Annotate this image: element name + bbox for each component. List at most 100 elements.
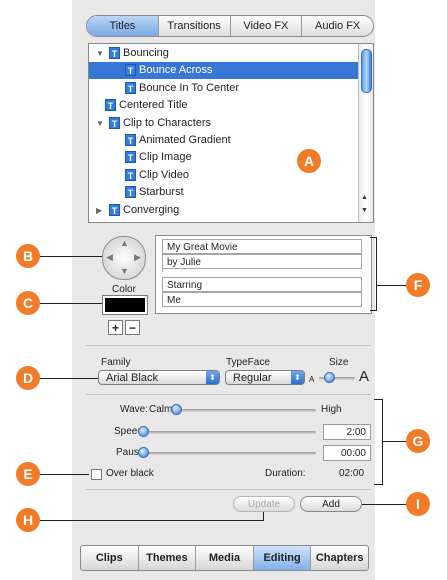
pause-slider-track[interactable]	[138, 452, 316, 455]
typeface-label: TypeFace	[226, 357, 270, 368]
pause-slider-knob[interactable]	[138, 447, 149, 458]
title-text-area: My Great Movie by Julie Starring Me	[155, 235, 372, 314]
title-style-icon: T	[105, 99, 116, 112]
list-item[interactable]: T Starburst	[89, 184, 359, 201]
section-divider	[86, 345, 371, 346]
list-item-label: Clip Video	[139, 168, 189, 181]
duration-value: 02:00	[339, 468, 365, 479]
bracket-g-vertical	[382, 399, 383, 485]
list-item[interactable]: ▼ T Clip to Characters	[89, 115, 359, 132]
disclosure-open-icon[interactable]: ▼	[96, 115, 104, 132]
tab-transitions[interactable]: Transitions	[157, 16, 230, 36]
callout-g: G	[406, 429, 430, 453]
callout-e: E	[16, 462, 40, 486]
title-text-field-2[interactable]: by Julie	[162, 254, 362, 269]
speed-slider-track[interactable]	[138, 431, 316, 434]
callout-c-line	[40, 303, 102, 304]
callout-a: A	[297, 149, 321, 173]
wave-label: Wave:	[120, 404, 148, 415]
wave-slider-track[interactable]	[171, 409, 316, 412]
titles-list-scrollbar[interactable]: ▲ ▼	[358, 44, 373, 222]
typeface-popup[interactable]: Regular ⬍	[225, 370, 305, 385]
titles-list[interactable]: ▼ T Bouncing T Bounce Across T Bounce In To Ce…	[88, 43, 374, 223]
family-label: Family	[101, 357, 131, 368]
title-style-icon: T	[125, 186, 136, 199]
list-item-label: Bounce Across	[139, 64, 213, 77]
scrollbar-thumb[interactable]	[361, 49, 372, 93]
title-style-icon: T	[125, 64, 136, 77]
title-text-field-4[interactable]: Me	[162, 292, 362, 307]
tab-media[interactable]: Media	[195, 546, 253, 570]
callout-h: H	[16, 508, 40, 532]
scroll-up-arrow-icon[interactable]: ▲	[361, 194, 368, 201]
tab-editing[interactable]: Editing	[252, 546, 311, 570]
effects-tab-bar: Titles Transitions Video FX Audio FX	[86, 15, 374, 37]
callout-e-line	[40, 474, 89, 475]
tab-titles[interactable]: Titles	[87, 16, 158, 36]
title-style-icon: T	[109, 203, 120, 216]
title-style-icon: T	[125, 151, 136, 164]
pause-value-field[interactable]: 00:00	[323, 445, 371, 461]
arrow-right-icon[interactable]: ▶	[134, 252, 141, 263]
typeface-value: Regular	[233, 372, 272, 384]
scroll-down-arrow-icon[interactable]: ▼	[361, 207, 368, 214]
arrow-left-icon[interactable]: ◀	[106, 252, 113, 263]
bracket-f-vertical	[376, 237, 377, 311]
title-style-icon: T	[125, 168, 136, 181]
duration-label: Duration:	[265, 468, 306, 479]
list-item-label: Clip to Characters	[123, 116, 212, 129]
wave-max-label: High	[321, 404, 342, 415]
section-divider	[86, 489, 371, 490]
wave-slider-knob[interactable]	[171, 404, 182, 415]
list-item-label: Converging	[123, 203, 180, 216]
tab-clips[interactable]: Clips	[81, 546, 138, 570]
callout-c: C	[16, 291, 40, 315]
bracket-g-bottom	[374, 484, 383, 485]
list-item[interactable]: T Bounce Across	[89, 62, 359, 80]
direction-control[interactable]: ▲ ▼ ◀ ▶	[102, 236, 146, 280]
callout-f: F	[406, 273, 430, 297]
title-text-field-3[interactable]: Starring	[162, 277, 362, 292]
update-button[interactable]: Update	[233, 496, 295, 512]
arrow-down-icon[interactable]: ▼	[120, 266, 129, 276]
add-text-button[interactable]: +	[108, 320, 123, 335]
list-item[interactable]: T Animated Gradient	[89, 132, 359, 149]
title-style-icon: T	[125, 81, 136, 94]
callout-h-line-vertical	[263, 512, 264, 520]
font-family-popup[interactable]: Arial Black ⬍	[98, 370, 220, 385]
disclosure-closed-icon[interactable]: ▶	[96, 202, 102, 219]
callout-b: B	[16, 244, 40, 268]
popup-arrows-icon: ⬍	[206, 371, 219, 384]
tab-video-fx[interactable]: Video FX	[229, 16, 302, 36]
list-item[interactable]: T Centered Title	[89, 97, 359, 114]
arrow-up-icon[interactable]: ▲	[120, 238, 129, 248]
list-item[interactable]: T Clip Video	[89, 167, 359, 184]
title-style-icon: T	[109, 47, 120, 59]
list-item[interactable]: T Bounce In To Center	[89, 80, 359, 97]
color-swatch[interactable]	[102, 295, 148, 315]
callout-i: I	[406, 492, 430, 516]
callout-g-line	[382, 441, 406, 442]
size-large-glyph: A	[359, 368, 370, 385]
list-item-label: Animated Gradient	[139, 134, 231, 146]
add-button[interactable]: Add	[300, 496, 362, 512]
list-item[interactable]: ▼ T Bouncing	[89, 45, 359, 62]
list-item[interactable]: ▶ T Converging	[89, 202, 359, 219]
disclosure-open-icon[interactable]: ▼	[96, 45, 104, 62]
list-item-label: Starburst	[139, 186, 184, 199]
tab-audio-fx[interactable]: Audio FX	[301, 16, 373, 36]
speed-slider-knob[interactable]	[138, 426, 149, 437]
over-black-label: Over black	[106, 468, 154, 479]
wave-min-label: Calm	[149, 404, 173, 415]
tab-chapters[interactable]: Chapters	[310, 546, 368, 570]
tab-themes[interactable]: Themes	[137, 546, 196, 570]
speed-value-field[interactable]: 2:00	[323, 424, 371, 440]
remove-text-button[interactable]: −	[125, 320, 140, 335]
font-family-value: Arial Black	[106, 372, 158, 384]
size-slider-knob[interactable]	[324, 372, 335, 383]
callout-h-line	[40, 520, 264, 521]
over-black-checkbox[interactable]	[91, 469, 102, 480]
title-text-field-1[interactable]: My Great Movie	[162, 239, 362, 254]
callout-d-line	[40, 378, 98, 379]
callout-f-line	[376, 285, 406, 286]
